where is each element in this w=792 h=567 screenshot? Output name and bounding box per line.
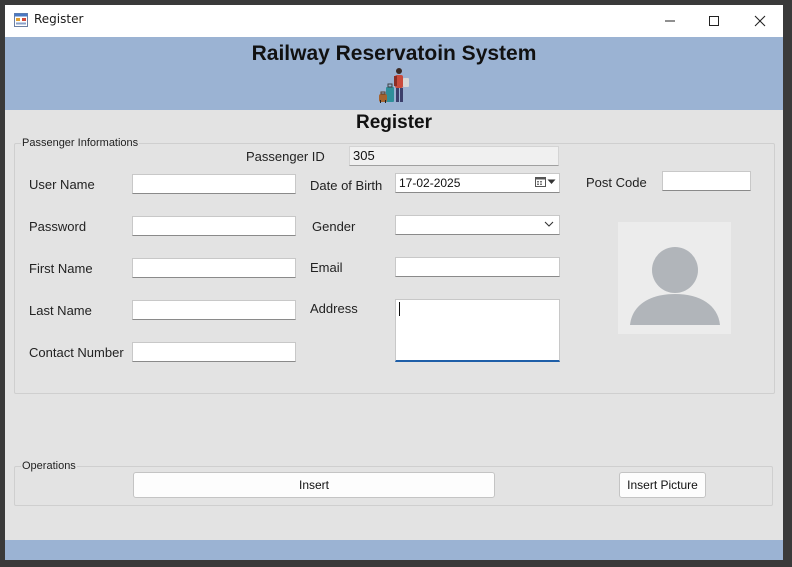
minimize-button[interactable] [647,5,693,37]
passenger-id-field: 305 [349,146,559,166]
address-label: Address [310,301,358,316]
first-name-label: First Name [29,261,93,276]
traveler-luggage-icon [379,68,409,103]
contact-number-label: Contact Number [29,345,124,360]
calendar-icon [535,177,546,187]
passenger-id-label: Passenger ID [246,149,325,164]
operations-group-caption: Operations [21,460,77,472]
chevron-down-icon [544,221,554,227]
chevron-down-icon [547,179,556,184]
close-icon [754,15,766,27]
insert-picture-button[interactable]: Insert Picture [619,472,706,498]
user-name-input[interactable] [132,174,296,194]
title-bar[interactable]: Register [5,5,783,37]
date-of-birth-label: Date of Birth [310,178,383,193]
page-heading: Register [355,112,433,133]
contact-number-input[interactable] [132,342,296,362]
address-textarea[interactable] [395,299,560,362]
passenger-picture-box[interactable] [618,222,731,334]
user-avatar-placeholder-icon [630,247,720,325]
footer-bar [5,540,783,560]
maximize-button[interactable] [691,5,737,37]
window-title: Register [34,12,84,26]
close-button[interactable] [737,5,783,37]
first-name-input[interactable] [132,258,296,278]
user-name-label: User Name [29,177,95,192]
gender-combobox[interactable] [395,215,560,235]
gender-label: Gender [312,219,356,234]
post-code-input[interactable] [662,171,751,191]
calendar-dropdown-icon[interactable] [535,176,556,187]
email-label: Email [310,260,343,275]
register-window: Register Railway Reservatoin System Regi… [5,5,783,560]
password-input[interactable] [132,216,296,236]
minimize-icon [665,20,675,22]
last-name-label: Last Name [29,303,92,318]
system-title: Railway Reservatoin System [251,42,537,65]
header-banner: Railway Reservatoin System [5,37,783,110]
passenger-group-caption: Passenger Informations [21,137,140,149]
maximize-icon [709,16,719,26]
text-cursor [399,302,400,316]
form-app-icon [14,13,28,27]
date-of-birth-picker[interactable]: 17-02-2025 [395,173,560,193]
insert-button[interactable]: Insert [133,472,495,498]
date-of-birth-value: 17-02-2025 [399,176,461,190]
post-code-label: Post Code [586,175,647,190]
email-input[interactable] [395,257,560,277]
password-label: Password [29,219,87,234]
last-name-input[interactable] [132,300,296,320]
